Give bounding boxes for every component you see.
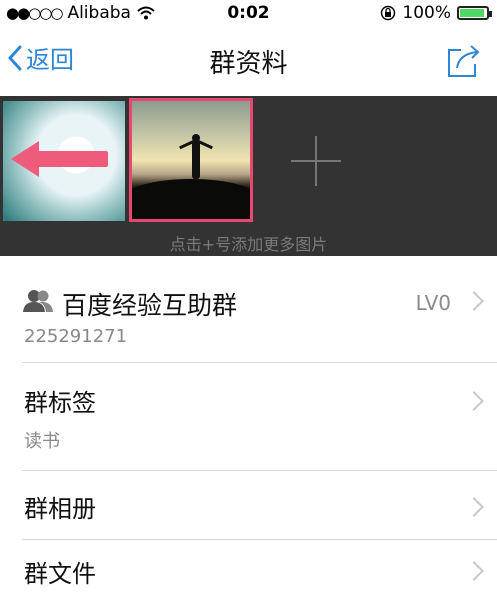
battery-icon: [457, 6, 492, 20]
group-level: LV0: [415, 291, 451, 315]
chevron-right-icon: [464, 497, 484, 517]
photo-thumbnail-sunset[interactable]: [129, 98, 253, 222]
group-album-row[interactable]: 群相册: [0, 471, 497, 539]
chevron-right-icon: [464, 561, 484, 581]
pink-arrow-overlay: [33, 151, 108, 167]
add-photo-hint: 点击+号添加更多图片: [169, 235, 328, 254]
photo-thumbnail-dandelion[interactable]: [3, 101, 125, 221]
navigation-bar: 返回 群资料: [0, 26, 497, 96]
add-photo-button[interactable]: [291, 136, 341, 186]
group-id: 225291271: [24, 326, 128, 347]
arrow-head: [11, 141, 39, 177]
chevron-right-icon: [464, 291, 484, 311]
chevron-right-icon: [464, 391, 484, 411]
photo-gallery: 点击+号添加更多图片: [0, 96, 497, 256]
group-tags-row[interactable]: 群标签 读书: [0, 363, 497, 470]
orientation-lock-icon: [381, 5, 396, 21]
group-info-row[interactable]: 百度经验互助群 225291271 LV0: [0, 256, 497, 363]
status-bar: ●●○○○ Alibaba 0:02 100%: [0, 0, 497, 26]
group-files-title: 群文件: [24, 560, 96, 588]
group-tags-value: 读书: [24, 431, 60, 452]
battery-percent: 100%: [402, 3, 451, 23]
page-title: 群资料: [209, 49, 288, 79]
group-files-row[interactable]: 群文件: [0, 540, 497, 600]
group-tags-title: 群标签: [24, 389, 96, 417]
group-name: 百度经验互助群: [62, 291, 238, 320]
share-icon: [448, 45, 480, 77]
group-album-title: 群相册: [24, 495, 96, 523]
group-icon: [23, 290, 53, 312]
share-button[interactable]: [445, 42, 483, 84]
